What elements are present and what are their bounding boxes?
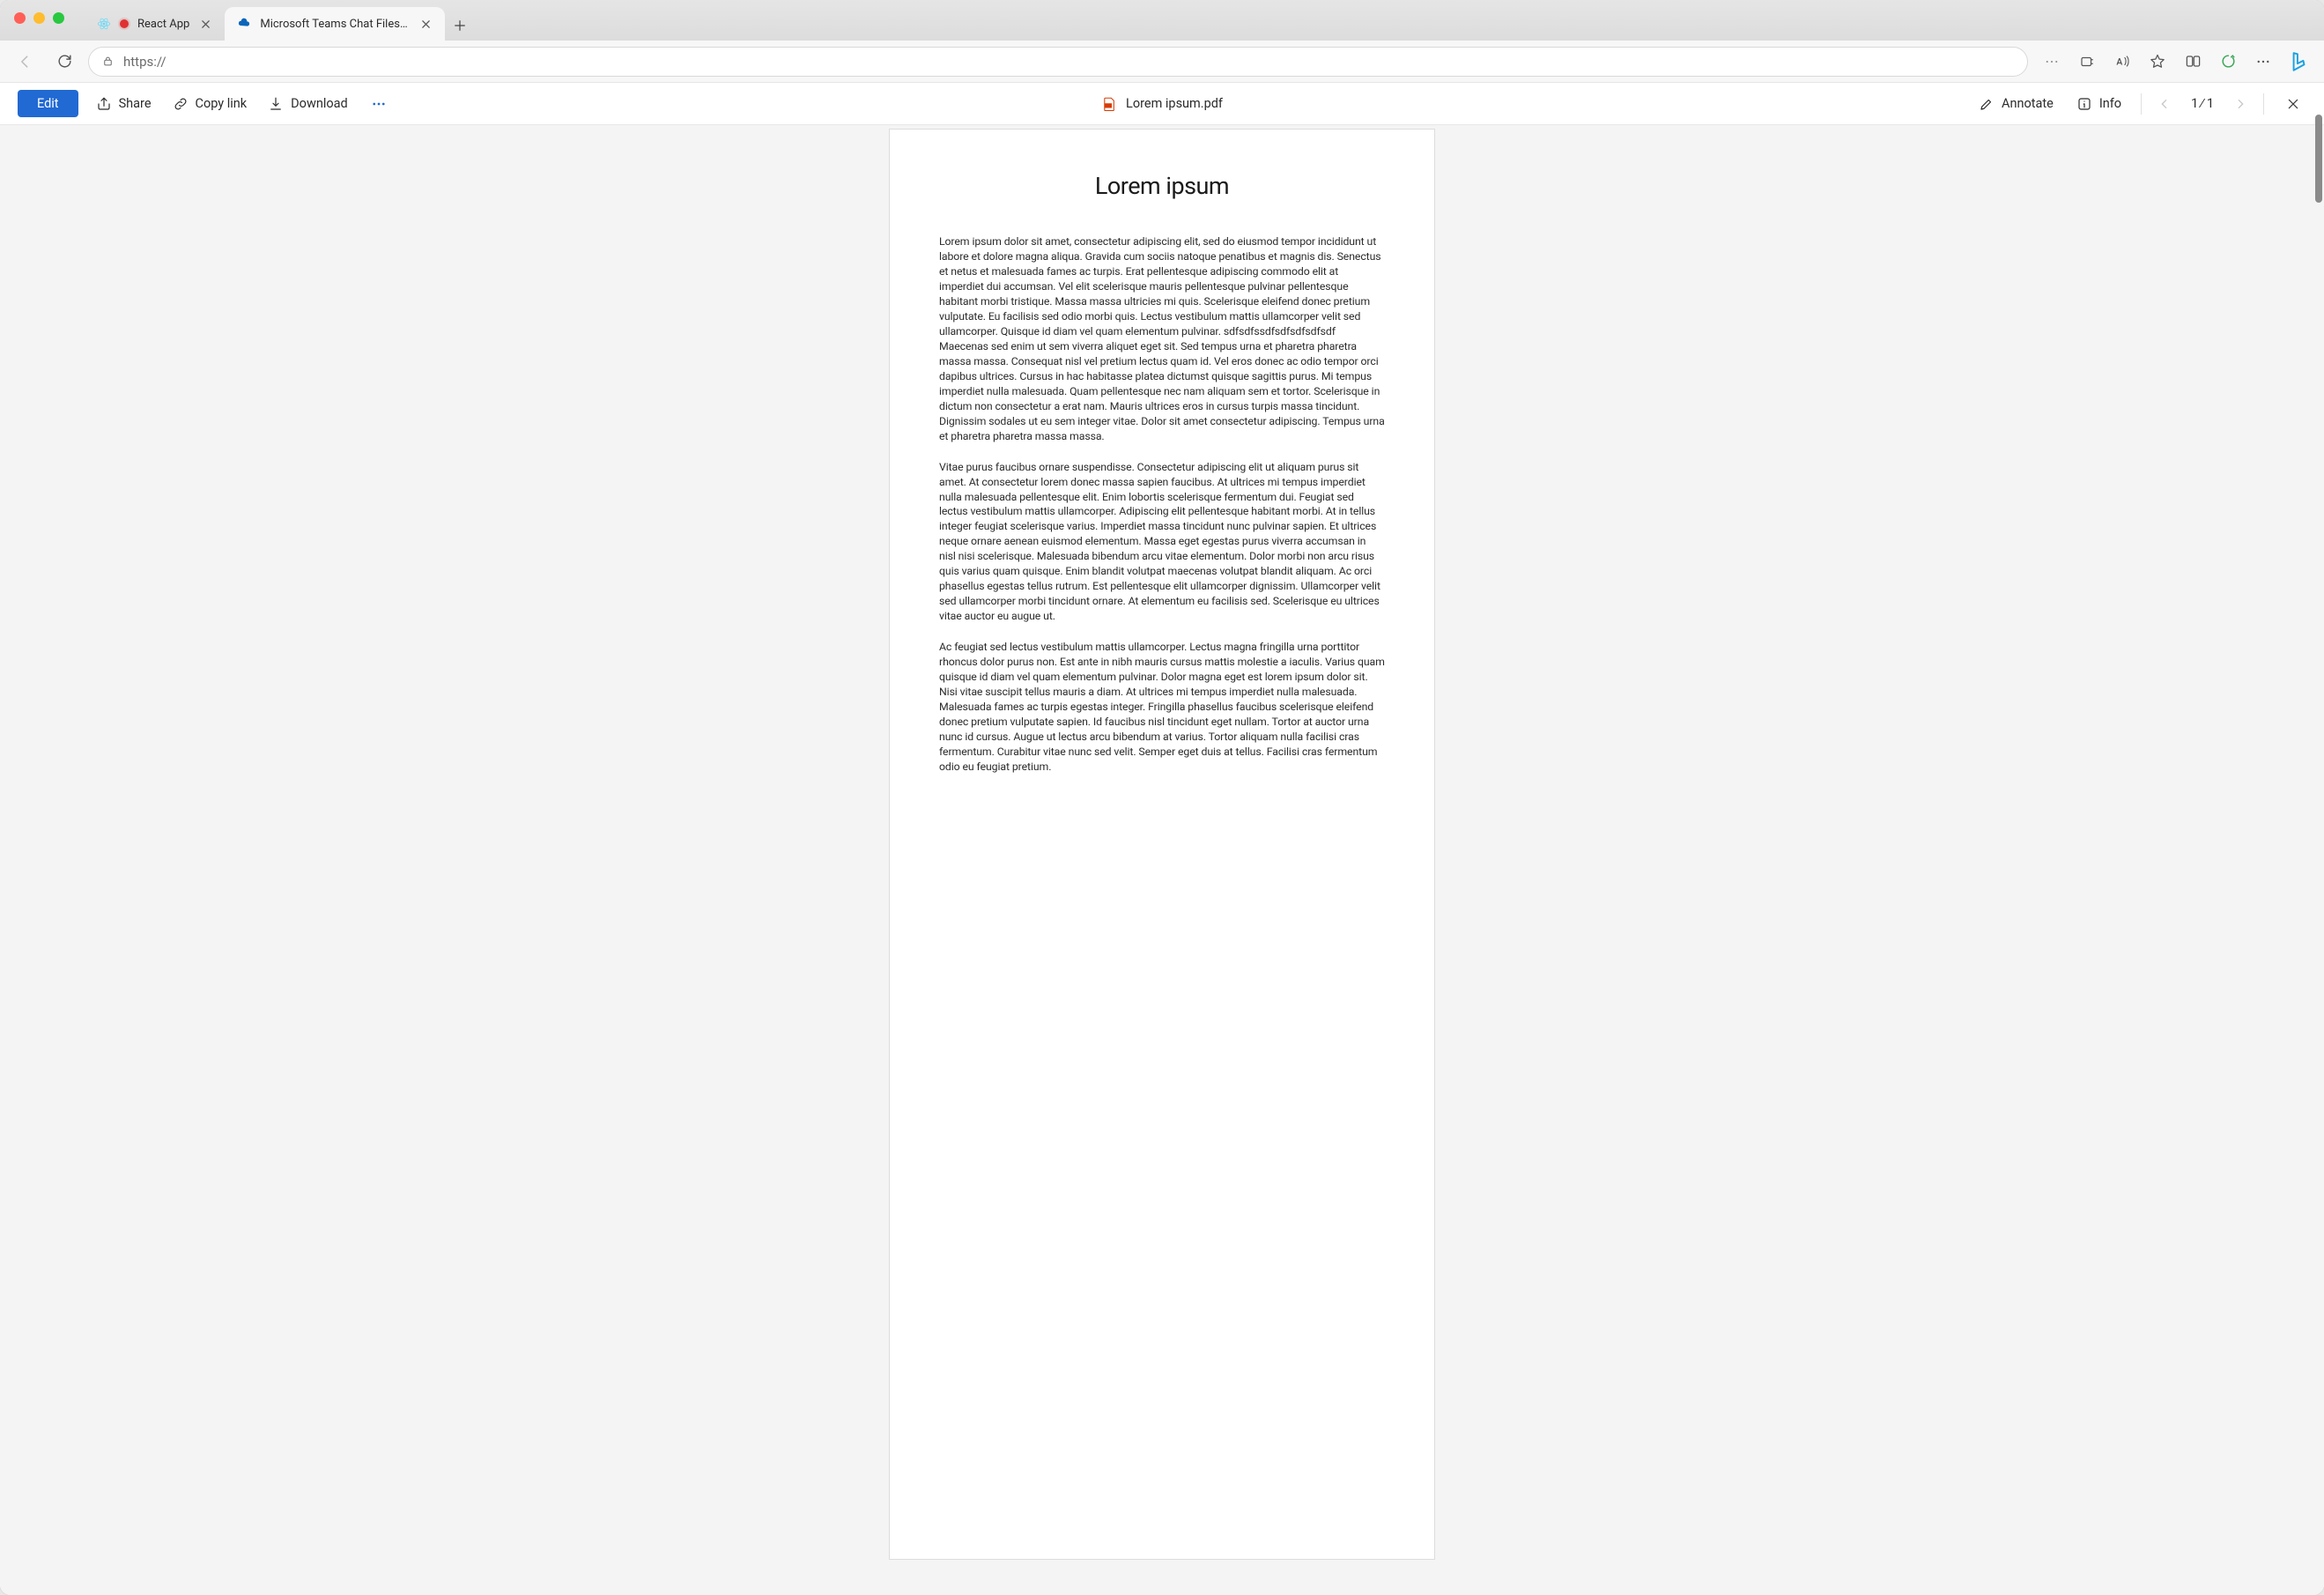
download-label: Download [291,96,348,111]
extensions-button[interactable] [2072,47,2102,77]
share-button[interactable]: Share [93,91,155,117]
window-minimize-button[interactable] [33,12,45,24]
address-bar: https:// A [0,41,2324,83]
info-icon [2076,96,2092,112]
document-title-text: Lorem ipsum.pdf [1126,96,1223,111]
onedrive-favicon-icon [237,17,251,31]
tab-close-button[interactable] [418,17,433,31]
copy-link-button[interactable]: Copy link [169,91,251,117]
separator [2263,93,2264,115]
nav-back-button[interactable] [11,47,41,77]
settings-more-button[interactable] [2248,47,2278,77]
separator [2141,93,2142,115]
window-maximize-button[interactable] [53,12,64,24]
new-tab-button[interactable] [445,11,475,41]
edit-button-label: Edit [37,96,59,111]
annotate-button[interactable]: Annotate [1975,91,2057,117]
copy-link-label: Copy link [196,96,248,111]
scrollbar-thumb[interactable] [2315,115,2322,203]
bing-chat-button[interactable] [2283,47,2313,77]
svg-text:A: A [2116,56,2122,67]
document-title-display: Lorem ipsum.pdf [1101,96,1223,112]
tab-react-app[interactable]: React App [85,7,225,41]
tab-title: Microsoft Teams Chat Files - O [260,18,410,31]
page-indicator: 1 ∕ 1 [2191,96,2214,111]
read-aloud-button[interactable]: A [2107,47,2137,77]
browser-actions: A [2037,47,2313,77]
window-close-button[interactable] [14,12,26,24]
tab-teams-files[interactable]: Microsoft Teams Chat Files - O [225,7,445,41]
annotate-label: Annotate [2002,96,2054,111]
nav-refresh-button[interactable] [49,47,79,77]
tab-strip: React App Microsoft Teams Chat Files - O [85,0,475,41]
document-paragraph: Ac feugiat sed lectus vestibulum mattis … [939,641,1385,775]
url-input[interactable]: https:// [88,47,2028,77]
split-screen-button[interactable] [2178,47,2208,77]
window-controls [14,12,64,24]
browser-window: React App Microsoft Teams Chat Files - O [0,0,2324,1595]
share-label: Share [119,96,152,111]
close-viewer-button[interactable] [2280,91,2306,117]
url-text: https:// [123,54,167,70]
document-viewport[interactable]: Lorem ipsum Lorem ipsum dolor sit amet, … [0,125,2324,1595]
document-paragraph: Maecenas sed enim ut sem viverra aliquet… [939,340,1385,445]
info-label: Info [2099,96,2121,111]
document-paragraph: Lorem ipsum dolor sit amet, consectetur … [939,235,1385,340]
download-icon [268,96,284,112]
favorites-button[interactable] [2143,47,2172,77]
lock-icon [101,55,115,68]
link-icon [173,96,189,112]
titlebar: React App Microsoft Teams Chat Files - O [0,0,2324,41]
document-paragraph: Vitae purus faucibus ornare suspendisse.… [939,461,1385,626]
tab-title: React App [137,18,189,31]
share-icon [96,96,112,112]
page-navigation: 1 ∕ 1 [2157,96,2247,111]
next-page-button[interactable] [2233,97,2247,111]
highlighter-icon [1979,96,1995,112]
collections-button[interactable] [2213,47,2243,77]
overflow-button[interactable] [2037,47,2067,77]
tab-close-button[interactable] [198,17,212,31]
react-favicon-icon [97,17,111,31]
document-heading: Lorem ipsum [939,172,1385,200]
pdf-file-icon [1101,96,1117,112]
prev-page-button[interactable] [2157,97,2172,111]
pdf-toolbar: Edit Share Copy link Download [0,83,2324,125]
more-actions-button[interactable] [366,91,392,117]
download-button[interactable]: Download [264,91,352,117]
pdf-page: Lorem ipsum Lorem ipsum dolor sit amet, … [889,129,1435,1560]
edit-button[interactable]: Edit [18,90,78,117]
info-button[interactable]: Info [2073,91,2125,117]
recording-indicator-icon [120,19,129,28]
